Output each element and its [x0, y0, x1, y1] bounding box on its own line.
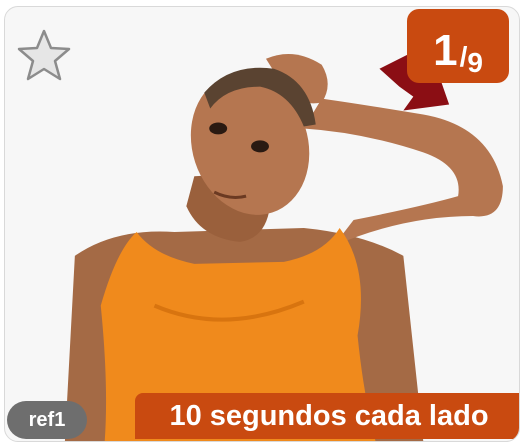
- star-outline-icon[interactable]: [15, 27, 73, 85]
- exercise-card[interactable]: 1 / 9 ref1 10 segundos cada lado: [4, 6, 520, 442]
- ref-badge: ref1: [7, 401, 87, 439]
- raised-arm: [303, 98, 503, 246]
- duration-label: 10 segundos cada lado: [135, 393, 519, 439]
- step-counter-badge: 1 / 9: [407, 9, 509, 83]
- step-total: 9: [467, 47, 483, 78]
- step-current: 1: [433, 26, 458, 75]
- step-separator: /: [459, 41, 468, 72]
